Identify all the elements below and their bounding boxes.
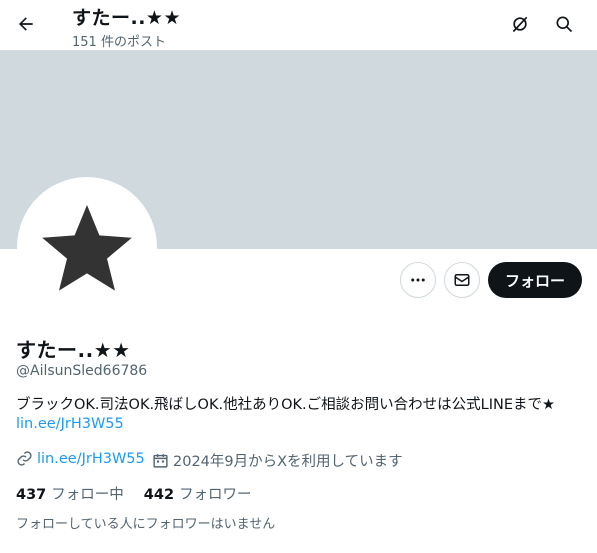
more-dots-icon — [411, 278, 425, 282]
website-link[interactable]: lin.ee/JrH3W55 — [37, 451, 145, 467]
arrow-left-icon — [19, 17, 33, 31]
follow-stats: 437 フォロー中 442 フォロワー — [16, 483, 272, 504]
search-icon — [556, 16, 573, 33]
follow-button[interactable]: フォロー — [488, 262, 582, 298]
following-count: 437 — [16, 487, 47, 503]
grok-button[interactable] — [509, 13, 531, 35]
message-button[interactable] — [444, 262, 480, 298]
bio-text: ブラックOK.司法OK.飛ばしOK.他社ありOK.ご相談お問い合わせは公式LIN… — [16, 397, 555, 413]
user-handle: @AilsunSled66786 — [16, 363, 148, 379]
followers-label: フォロワー — [179, 487, 252, 503]
more-button[interactable] — [400, 262, 436, 298]
avatar[interactable] — [17, 177, 157, 317]
link-icon — [17, 451, 32, 466]
followers-you-know: フォローしている人にフォロワーはいません — [16, 517, 276, 532]
followers-link[interactable]: 442 フォロワー — [144, 483, 252, 504]
joined-item: 2024年9月からXを利用しています — [152, 450, 403, 471]
top-bar: すたー..★★ 151 件のポスト — [0, 0, 597, 50]
back-button[interactable] — [14, 12, 38, 36]
star-icon — [42, 205, 132, 291]
page-title: すたー..★★ — [72, 7, 182, 29]
joined-date: 2024年9月からXを利用しています — [173, 454, 403, 470]
bio-link[interactable]: lin.ee/JrH3W55 — [16, 416, 124, 432]
website-item: lin.ee/JrH3W55 — [16, 450, 145, 467]
grok-icon — [512, 16, 528, 33]
following-link[interactable]: 437 フォロー中 — [16, 483, 124, 504]
following-label: フォロー中 — [51, 487, 124, 503]
display-name: すたー..★★ — [16, 338, 131, 362]
search-button[interactable] — [553, 13, 575, 35]
mail-icon — [454, 274, 470, 286]
post-count: 151 件のポスト — [72, 35, 166, 50]
calendar-icon — [153, 454, 168, 468]
followers-count: 442 — [143, 487, 175, 503]
